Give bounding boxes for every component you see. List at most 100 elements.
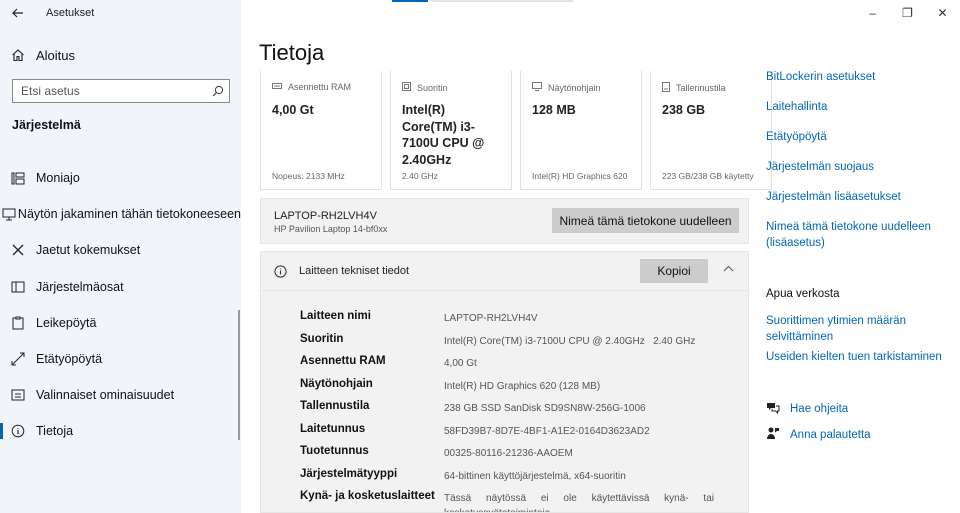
spec-value: 4,00 Gt — [444, 358, 477, 369]
nav-item-about[interactable]: Tietoja — [0, 413, 241, 449]
link-remote-desktop[interactable]: Etätyöpöytä — [766, 130, 827, 146]
ram-card: Asennettu RAM 4,00 Gt Nopeus: 2133 MHz — [260, 71, 382, 190]
link-rename-advanced[interactable]: Nimeä tämä tietokone uudelleen (lisäaset… — [766, 220, 946, 251]
link-advanced-system[interactable]: Järjestelmän lisäasetukset — [766, 190, 901, 206]
spec-row: Suoritin Intel(R) Core(TM) i3-7100U CPU … — [300, 333, 740, 349]
spec-value: Intel(R) HD Graphics 620 (128 MB) — [444, 380, 601, 392]
storage-icon — [662, 82, 670, 94]
nav-item-clipboard[interactable]: Leikepöytä — [0, 305, 241, 341]
remote-icon — [0, 352, 36, 366]
spec-value: LAPTOP-RH2LVH4V — [444, 313, 538, 324]
card-label: Asennettu RAM — [288, 82, 352, 92]
link-bitlocker[interactable]: BitLockerin asetukset — [766, 70, 875, 86]
main-content: – ❐ ✕ Tietoja Asennettu RAM 4,00 Gt Nope… — [241, 0, 960, 513]
restore-icon: ❐ — [902, 6, 913, 20]
spec-row: Tuotetunnus 00325-80116-21236-AAOEM — [300, 445, 740, 461]
link-language-support[interactable]: Useiden kielten tuen tarkistaminen — [766, 350, 956, 366]
nav-item-multitasking[interactable]: Moniajo — [0, 160, 241, 196]
spec-row: Laitetunnus 58FD39B7-8D7E-4BF1-A1E2-0164… — [300, 423, 740, 439]
search-input[interactable] — [13, 84, 207, 98]
spec-key: Tuotetunnus — [300, 445, 369, 457]
copy-button[interactable]: Kopioi — [640, 259, 708, 283]
link-system-protection[interactable]: Järjestelmän suojaus — [766, 160, 874, 176]
device-specs-header[interactable]: Laitteen tekniset tiedot Kopioi — [260, 251, 749, 291]
nav-item-remote-desktop[interactable]: Etätyöpöytä — [0, 341, 241, 377]
storage-card: Tallennustila 238 GB 223 GB/238 GB käyte… — [650, 71, 772, 190]
nav-label: Leikepöytä — [36, 315, 97, 330]
spec-key: Laitteen nimi — [300, 310, 371, 322]
spec-value: 58FD39B7-8D7E-4BF1-A1E2-0164D3623AD2 — [444, 425, 650, 437]
nav-label: Moniajo — [36, 171, 80, 186]
spec-value: 00325-80116-21236-AAOEM — [444, 448, 573, 459]
specs-title: Laitteen tekniset tiedot — [299, 265, 410, 277]
back-button[interactable] — [0, 0, 36, 26]
page-title: Tietoja — [259, 40, 325, 65]
maximize-button[interactable]: ❐ — [890, 0, 925, 26]
ram-icon — [272, 82, 282, 92]
multitask-icon — [0, 172, 36, 185]
optional-icon — [0, 389, 36, 401]
feedback-label: Anna palautetta — [790, 428, 871, 441]
device-model: HP Pavilion Laptop 14-bf0xx — [274, 224, 388, 234]
spec-value: Intel(R) Core(TM) i3-7100U CPU @ 2.40GHz… — [444, 335, 696, 347]
spec-row: Laitteen nimi LAPTOP-RH2LVH4V — [300, 310, 740, 326]
card-label: Tallennustila — [676, 83, 726, 93]
spec-value: Tässä näytössä ei ole käytettävissä kynä… — [444, 493, 714, 512]
spec-key: Suoritin — [300, 332, 344, 345]
search-icon[interactable] — [207, 85, 229, 97]
spec-key: Kynä- ja kosketuslaitteet — [300, 490, 435, 502]
card-label: Näytönohjain — [548, 82, 601, 93]
nav-item-projecting[interactable]: Näytön jakaminen tähän tietokoneeseen — [0, 196, 241, 232]
section-title: Järjestelmä — [12, 118, 81, 132]
card-value: 238 GB — [662, 103, 706, 117]
spec-row: Näytönohjain Intel(R) HD Graphics 620 (1… — [300, 378, 740, 394]
chevron-up-icon[interactable] — [723, 263, 734, 275]
home-label: Aloitus — [36, 47, 76, 63]
arrow-left-icon — [12, 8, 23, 18]
close-icon: ✕ — [937, 6, 948, 20]
rename-pc-button[interactable]: Nimeä tämä tietokone uudelleen — [552, 208, 739, 233]
spec-key: Asennettu RAM — [300, 355, 386, 367]
feedback-link[interactable]: Anna palautetta — [766, 426, 871, 443]
spec-key: Järjestelmätyyppi — [300, 467, 398, 480]
device-name: LAPTOP-RH2LVH4V — [274, 210, 377, 222]
spec-value: 64-bittinen käyttöjärjestelmä, x64-suori… — [444, 470, 626, 482]
nav-item-shared-experiences[interactable]: Jaetut kokemukset — [0, 232, 241, 268]
sidebar-scrollbar[interactable] — [238, 310, 240, 440]
device-specs-list: Laitteen nimi LAPTOP-RH2LVH4V Suoritin I… — [260, 291, 749, 513]
spec-value: 238 GB SSD SanDisk SD9SN8W-256G-1006 — [444, 403, 646, 414]
scroll-track — [431, 0, 573, 2]
chat-icon — [766, 401, 780, 417]
spec-key: Tallennustila — [300, 400, 370, 412]
nav-label: Jaetut kokemukset — [36, 243, 141, 258]
gpu-icon — [532, 82, 542, 93]
nav-label: Etätyöpöytä — [36, 352, 103, 367]
home-nav-item[interactable]: Aloitus — [0, 42, 241, 68]
link-cpu-cores[interactable]: Suorittimen ytimien määrän selvittäminen — [766, 314, 936, 345]
card-value: Intel(R) Core(TM) i3-7100U CPU @ 2.40GHz — [402, 103, 485, 167]
close-button[interactable]: ✕ — [925, 0, 960, 26]
system-nav: Moniajo Näytön jakaminen tähän tietokone… — [0, 160, 241, 450]
scroll-indicator — [392, 0, 428, 2]
card-sub: 2.40 GHz — [402, 171, 438, 181]
settings-search[interactable] — [12, 79, 230, 103]
minimize-button[interactable]: – — [855, 0, 890, 26]
components-icon — [0, 281, 36, 293]
get-help-link[interactable]: Hae ohjeita — [766, 401, 848, 417]
link-device-manager[interactable]: Laitehallinta — [766, 100, 827, 116]
nav-item-system-components[interactable]: Järjestelmäosat — [0, 269, 241, 305]
feedback-icon — [766, 426, 780, 443]
card-sub: Nopeus: 2133 MHz — [272, 171, 345, 181]
cpu-icon — [402, 82, 411, 93]
spec-row: Kynä- ja kosketuslaitteet Tässä näytössä… — [300, 490, 740, 512]
info-icon — [274, 265, 287, 283]
nav-item-optional-features[interactable]: Valinnaiset ominaisuudet — [0, 377, 241, 413]
nav-label: Järjestelmäosat — [36, 279, 124, 294]
cpu-card: Suoritin Intel(R) Core(TM) i3-7100U CPU … — [390, 71, 512, 190]
title-bar: Asetukset — [0, 0, 241, 26]
clipboard-icon — [0, 316, 36, 330]
card-value: 128 MB — [532, 103, 576, 117]
spec-key: Näytönohjain — [300, 377, 373, 390]
card-sub: Intel(R) HD Graphics 620 — [532, 171, 628, 181]
card-value: 4,00 Gt — [272, 103, 314, 117]
